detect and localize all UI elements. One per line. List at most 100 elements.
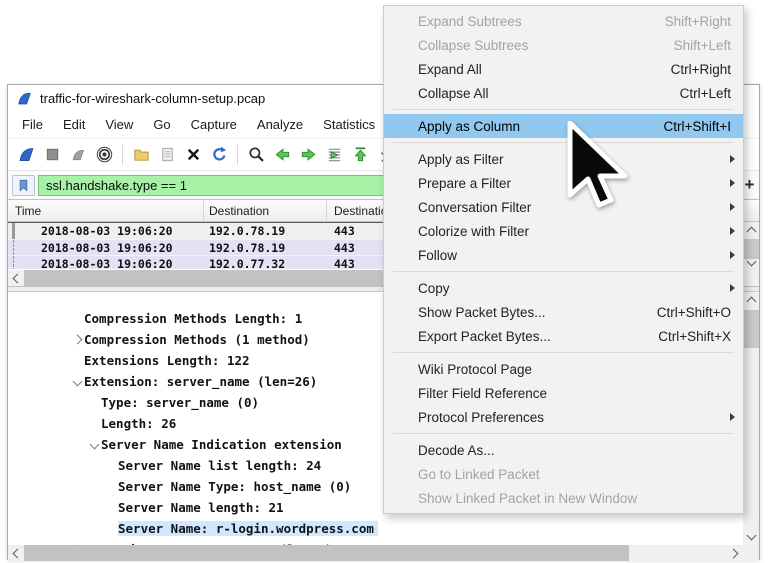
window-title: traffic-for-wireshark-column-setup.pcap <box>40 91 265 106</box>
menu-item-label: Follow <box>418 248 722 263</box>
toolbar-separator <box>237 145 238 165</box>
stop-capture-icon <box>40 143 64 167</box>
menu-item-label: Expand All <box>418 62 671 77</box>
tree-row-text: Server Name: r-login.wordpress.com <box>118 521 378 536</box>
menu-item-collapse-subtrees: Collapse SubtreesShift+Left <box>384 33 743 57</box>
go-forward-icon[interactable] <box>296 143 320 167</box>
menu-separator <box>393 352 734 353</box>
menubar-item-statistics[interactable]: Statistics <box>313 113 385 136</box>
capture-options-icon[interactable] <box>92 143 116 167</box>
column-header-destination[interactable]: Destination <box>204 200 327 221</box>
detail-vscroll-thumb[interactable] <box>743 310 759 348</box>
menu-item-label: Expand Subtrees <box>418 14 665 29</box>
menu-item-shortcut: Ctrl+Shift+O <box>657 305 731 320</box>
mouse-cursor-icon <box>567 121 629 211</box>
context-menu: Expand SubtreesShift+Right Collapse Subtr… <box>383 5 744 514</box>
menu-item-label: Go to Linked Packet <box>418 467 735 482</box>
tree-row-text: Length: 26 <box>101 416 180 431</box>
packet-time: 2018-08-03 19:06:20 <box>20 241 204 255</box>
menu-item-copy[interactable]: Copy <box>384 276 743 300</box>
menu-item-filter-field-reference[interactable]: Filter Field Reference <box>384 381 743 405</box>
packet-time: 2018-08-03 19:06:20 <box>20 257 204 270</box>
menu-item-label: Protocol Preferences <box>418 410 722 425</box>
menubar-item-edit[interactable]: Edit <box>53 113 95 136</box>
menubar-item-file[interactable]: File <box>12 113 53 136</box>
submenu-arrow-icon <box>730 227 735 235</box>
menu-item-shortcut: Ctrl+Shift+I <box>663 119 731 134</box>
menu-item-label: Copy <box>418 281 722 296</box>
packet-list-vscrollbar[interactable] <box>743 222 759 271</box>
collapse-arrow-icon[interactable] <box>70 378 84 385</box>
tree-row-text: Extensions Length: 122 <box>84 353 254 368</box>
menu-item-show-linked-packet-in-new-window: Show Linked Packet in New Window <box>384 486 743 510</box>
detail-hscroll-thumb[interactable] <box>24 545 629 561</box>
related-packet-gutter <box>8 240 20 255</box>
menubar-item-capture[interactable]: Capture <box>181 113 247 136</box>
menu-item-apply-as-column[interactable]: Apply as ColumnCtrl+Shift+I <box>384 114 743 138</box>
packet-destination: 192.0.78.19 <box>204 224 327 238</box>
scroll-down-icon[interactable] <box>743 529 759 545</box>
detail-hscrollbar[interactable] <box>8 545 759 561</box>
menu-item-conversation-filter[interactable]: Conversation Filter <box>384 195 743 219</box>
submenu-arrow-icon <box>730 179 735 187</box>
go-to-packet-icon[interactable] <box>322 143 346 167</box>
menu-item-shortcut: Shift+Left <box>674 38 731 53</box>
menu-item-apply-as-filter[interactable]: Apply as Filter <box>384 147 743 171</box>
close-file-icon[interactable] <box>181 143 205 167</box>
packet-time: 2018-08-03 19:06:20 <box>20 224 204 238</box>
related-packet-gutter <box>8 256 20 269</box>
menu-item-decode-as[interactable]: Decode As... <box>384 438 743 462</box>
reload-file-icon[interactable] <box>207 143 231 167</box>
menu-item-expand-all[interactable]: Expand AllCtrl+Right <box>384 57 743 81</box>
wireshark-logo-icon <box>16 90 33 107</box>
expand-arrow-icon[interactable] <box>70 336 84 343</box>
menubar-item-go[interactable]: Go <box>143 113 180 136</box>
menu-item-follow[interactable]: Follow <box>384 243 743 267</box>
scroll-right-icon[interactable] <box>727 545 743 561</box>
scroll-up-icon[interactable] <box>743 222 759 238</box>
tree-row-text: Server Name Type: host_name (0) <box>118 479 355 494</box>
menu-separator <box>393 109 734 110</box>
detail-vscrollbar[interactable] <box>743 292 759 545</box>
submenu-arrow-icon <box>730 251 735 259</box>
open-file-icon[interactable] <box>129 143 153 167</box>
menu-item-label: Decode As... <box>418 443 735 458</box>
column-header-time[interactable]: Time <box>8 200 204 221</box>
menu-item-shortcut: Ctrl+Right <box>671 62 731 77</box>
start-capture-icon[interactable] <box>14 143 38 167</box>
scroll-down-icon[interactable] <box>743 255 759 271</box>
toolbar-separator <box>122 145 123 165</box>
collapse-arrow-icon[interactable] <box>87 441 101 448</box>
scroll-left-icon[interactable] <box>8 270 24 286</box>
filter-bookmark-button[interactable] <box>12 175 35 196</box>
tree-row-text: Server Name length: 21 <box>118 500 288 515</box>
menu-item-label: Collapse All <box>418 86 680 101</box>
menu-item-wiki-protocol-page[interactable]: Wiki Protocol Page <box>384 357 743 381</box>
scroll-left-icon[interactable] <box>8 545 24 561</box>
menu-item-label: Show Packet Bytes... <box>418 305 657 320</box>
go-back-icon[interactable] <box>270 143 294 167</box>
menu-item-label: Collapse Subtrees <box>418 38 674 53</box>
menu-item-colorize-with-filter[interactable]: Colorize with Filter <box>384 219 743 243</box>
menu-separator <box>393 271 734 272</box>
scroll-up-icon[interactable] <box>743 292 759 308</box>
menu-item-label: Wiki Protocol Page <box>418 362 735 377</box>
tree-row[interactable]: Server Name: r-login.wordpress.com <box>8 518 759 539</box>
screen: traffic-for-wireshark-column-setup.pcap … <box>0 0 768 563</box>
menu-item-prepare-a-filter[interactable]: Prepare a Filter <box>384 171 743 195</box>
menu-item-go-to-linked-packet: Go to Linked Packet <box>384 462 743 486</box>
bookmark-icon <box>16 178 31 193</box>
menu-item-shortcut: Shift+Right <box>665 14 731 29</box>
tree-row-text: Type: server_name (0) <box>101 395 263 410</box>
restart-capture-icon <box>66 143 90 167</box>
menubar-item-view[interactable]: View <box>95 113 143 136</box>
menubar-item-analyze[interactable]: Analyze <box>247 113 313 136</box>
menu-item-protocol-preferences[interactable]: Protocol Preferences <box>384 405 743 429</box>
menu-item-export-packet-bytes[interactable]: Export Packet Bytes...Ctrl+Shift+X <box>384 324 743 348</box>
menu-item-collapse-all[interactable]: Collapse AllCtrl+Left <box>384 81 743 105</box>
menu-separator <box>393 142 734 143</box>
find-packet-icon[interactable] <box>244 143 268 167</box>
menu-item-show-packet-bytes[interactable]: Show Packet Bytes...Ctrl+Shift+O <box>384 300 743 324</box>
tree-row-text: Compression Methods (1 method) <box>84 332 314 347</box>
first-packet-icon[interactable] <box>348 143 372 167</box>
